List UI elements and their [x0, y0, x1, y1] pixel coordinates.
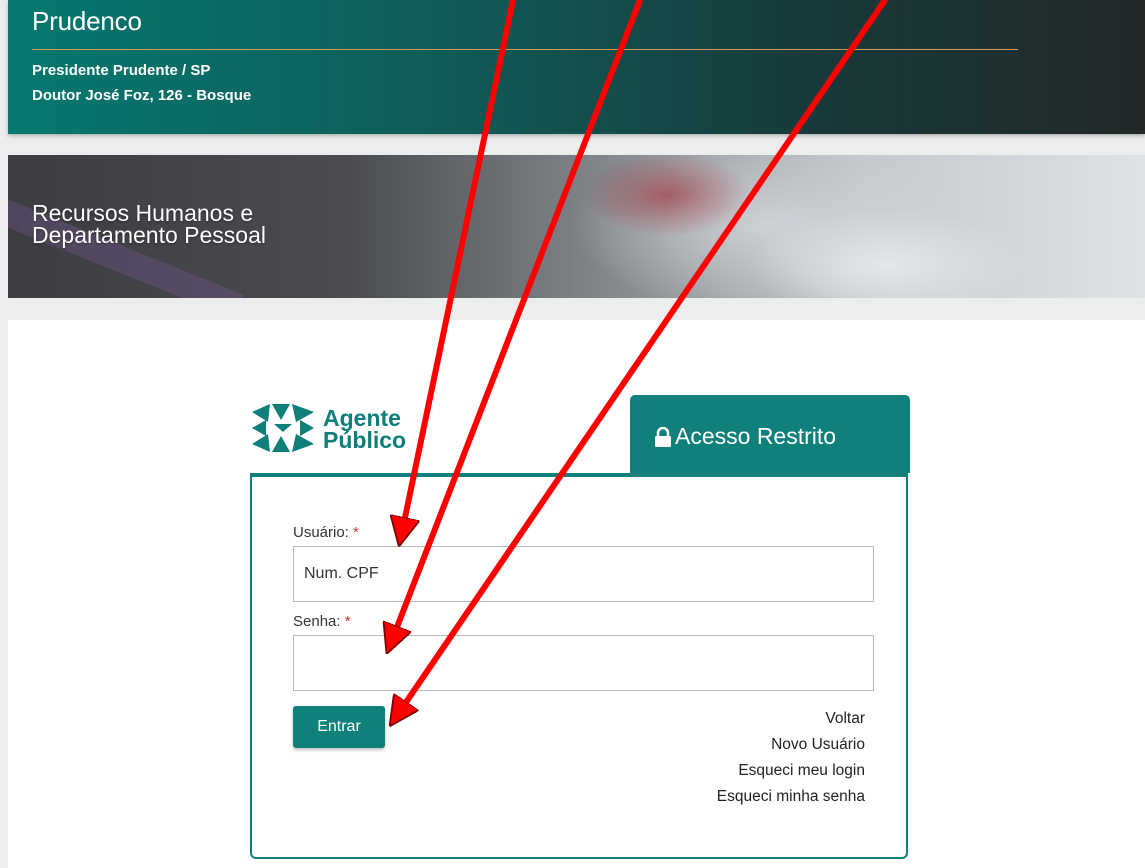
tab-acesso-restrito[interactable]: Acesso Restrito: [630, 395, 910, 473]
banner-title: Recursos Humanos e Departamento Pessoal: [32, 200, 266, 248]
lock-icon: [655, 426, 671, 447]
banner-title-line1: Recursos Humanos e: [32, 200, 254, 226]
user-required-mark: *: [353, 524, 359, 541]
tab-content: Acesso Restrito: [653, 423, 836, 450]
password-input[interactable]: [293, 635, 874, 691]
password-field-label: Senha: *: [293, 613, 351, 630]
esqueci-login-link[interactable]: Esqueci meu login: [717, 758, 865, 784]
banner-title-line2: Departamento Pessoal: [32, 222, 266, 248]
esqueci-senha-link[interactable]: Esqueci minha senha: [717, 784, 865, 810]
organization-city: Presidente Prudente / SP: [32, 62, 211, 79]
entrar-button[interactable]: Entrar: [293, 706, 385, 748]
user-cpf-input[interactable]: [293, 546, 874, 602]
user-label-text: Usuário:: [293, 524, 349, 541]
agente-publico-logo-icon: [252, 404, 314, 452]
logo-text-line2: Público: [323, 427, 407, 453]
site-header: Prudenco Presidente Prudente / SP Doutor…: [8, 0, 1145, 134]
password-required-mark: *: [344, 613, 351, 630]
agente-publico-logo: Agente Público: [250, 400, 425, 460]
header-divider: [32, 49, 1018, 50]
organization-name: Prudenco: [32, 6, 142, 36]
login-links: Voltar Novo Usuário Esqueci meu login Es…: [717, 706, 865, 810]
section-banner: Recursos Humanos e Departamento Pessoal: [8, 155, 1145, 298]
page: Prudenco Presidente Prudente / SP Doutor…: [0, 0, 1145, 868]
voltar-link[interactable]: Voltar: [717, 706, 865, 732]
logo-text-line1: Agente: [323, 405, 401, 431]
logo-text: Agente Público: [323, 405, 407, 453]
organization-address: Doutor José Foz, 126 - Bosque: [32, 87, 252, 104]
user-field-label: Usuário: *: [293, 524, 359, 541]
novo-usuario-link[interactable]: Novo Usuário: [717, 732, 865, 758]
tab-label: Acesso Restrito: [675, 423, 837, 449]
password-label-text: Senha:: [293, 613, 341, 630]
